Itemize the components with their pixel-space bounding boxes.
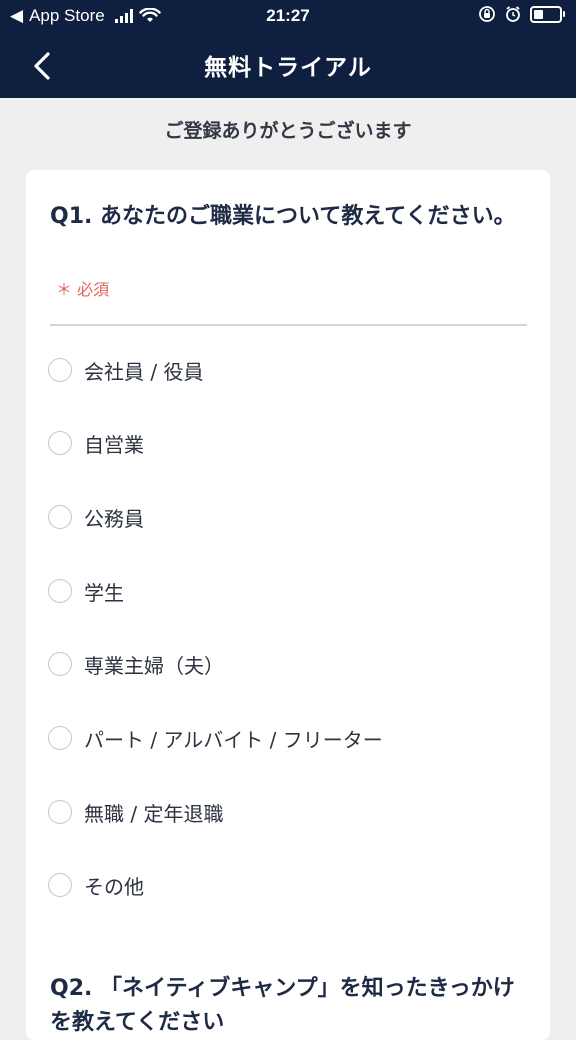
option-label: 無職 / 定年退職 xyxy=(84,801,224,826)
thank-you-message: ご登録ありがとうございます xyxy=(164,120,412,142)
option-self-employed[interactable]: 自営業 xyxy=(48,423,518,463)
survey-card: Q1. あなたのご職業について教えてください。 ＊ 必須 会社員 / 役員 自営… xyxy=(26,170,550,1040)
option-label: 公務員 xyxy=(84,506,144,531)
option-part-time[interactable]: パート / アルバイト / フリーター xyxy=(48,718,518,758)
option-label: 自営業 xyxy=(84,432,144,457)
option-unemployed-retired[interactable]: 無職 / 定年退職 xyxy=(48,792,518,832)
radio-button[interactable] xyxy=(48,505,72,529)
battery-icon xyxy=(530,5,565,23)
option-other[interactable]: その他 xyxy=(48,865,518,905)
required-label: ＊ 必須 xyxy=(56,280,110,299)
question-1-text: Q1. あなたのご職業について教えてください。 xyxy=(50,204,516,229)
option-label: 会社員 / 役員 xyxy=(84,359,204,384)
option-civil-servant[interactable]: 公務員 xyxy=(48,497,518,537)
option-label: パート / アルバイト / フリーター xyxy=(84,727,383,752)
orientation-lock-icon xyxy=(479,6,495,22)
nav-bar: 無料トライアル xyxy=(0,34,576,98)
radio-button[interactable] xyxy=(48,358,72,382)
radio-button[interactable] xyxy=(48,726,72,750)
radio-button[interactable] xyxy=(48,431,72,455)
radio-button[interactable] xyxy=(48,652,72,676)
divider xyxy=(50,324,527,326)
option-label: 学生 xyxy=(84,580,124,605)
question-2-text: Q2. 「ネイティブキャンプ」を知ったきっかけを教えてください xyxy=(50,976,515,1035)
app-header: ◀ App Store 21:27 無料トライアル xyxy=(0,0,576,98)
option-label: その他 xyxy=(84,874,144,899)
option-homemaker[interactable]: 専業主婦（夫） xyxy=(48,644,518,684)
status-bar: ◀ App Store 21:27 xyxy=(0,0,576,34)
option-label: 専業主婦（夫） xyxy=(84,653,224,678)
alarm-icon xyxy=(506,6,520,22)
option-student[interactable]: 学生 xyxy=(48,571,518,611)
page-title: 無料トライアル xyxy=(204,55,372,81)
option-company-employee[interactable]: 会社員 / 役員 xyxy=(48,350,518,390)
radio-button[interactable] xyxy=(48,873,72,897)
radio-button[interactable] xyxy=(48,579,72,603)
radio-button[interactable] xyxy=(48,800,72,824)
